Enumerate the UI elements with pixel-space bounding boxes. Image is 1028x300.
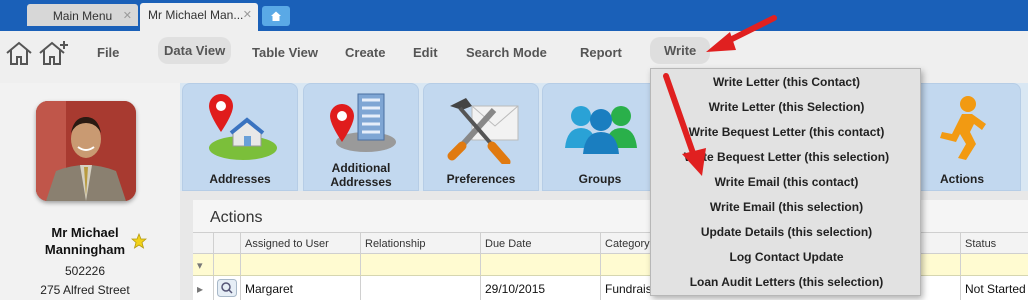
tile-addresses[interactable]: Addresses bbox=[182, 83, 298, 191]
cell-relationship bbox=[360, 276, 480, 300]
file-menu[interactable]: File bbox=[97, 45, 119, 60]
menu-item-log-contact-update[interactable]: Log Contact Update bbox=[651, 244, 922, 269]
contact-address: 275 Alfred Street bbox=[40, 283, 130, 297]
close-icon[interactable]: ✕ bbox=[243, 8, 252, 21]
tile-groups[interactable]: Groups bbox=[542, 83, 658, 191]
table-view-button[interactable]: Table View bbox=[252, 45, 318, 60]
annotation-arrow-write bbox=[706, 15, 777, 52]
column-header-assigned[interactable]: Assigned to User bbox=[240, 233, 360, 253]
tile-label-line2: Addresses bbox=[330, 175, 392, 189]
menu-item-loan-audit-letters[interactable]: Loan Audit Letters (this selection) bbox=[651, 269, 922, 294]
row-marker: ▸ bbox=[197, 282, 204, 296]
tile-additional-addresses-label: Additional Addresses bbox=[304, 161, 418, 189]
edit-menu[interactable]: Edit bbox=[413, 45, 438, 60]
data-view-button[interactable]: Data View bbox=[158, 37, 232, 64]
home-icon bbox=[271, 11, 281, 21]
add-home-icon[interactable] bbox=[38, 40, 70, 66]
tab-main-menu-label: Main Menu bbox=[52, 9, 113, 23]
contact-id: 502226 bbox=[64, 264, 106, 278]
close-icon[interactable]: ✕ bbox=[123, 9, 132, 22]
cell-assigned: Margaret bbox=[240, 276, 360, 300]
tile-label-line1: Additional bbox=[331, 161, 391, 175]
row-search-cell[interactable] bbox=[213, 276, 240, 300]
annotation-arrow-write-email bbox=[663, 73, 706, 176]
menu-item-write-email-selection[interactable]: Write Email (this selection) bbox=[651, 194, 922, 219]
filter-cell[interactable] bbox=[480, 254, 600, 275]
row-indicator-header bbox=[193, 233, 213, 253]
filter-cell[interactable] bbox=[360, 254, 480, 275]
tile-preferences-label: Preferences bbox=[446, 172, 516, 186]
window-tab-bar: Main Menu ✕ Mr Michael Man... ✕ bbox=[0, 0, 1028, 31]
group-people-icon bbox=[565, 106, 637, 154]
tools-envelope-icon bbox=[447, 98, 519, 164]
new-tab-button[interactable] bbox=[262, 6, 290, 26]
tab-main-menu[interactable]: Main Menu ✕ bbox=[27, 4, 138, 26]
person-photo-icon bbox=[36, 101, 136, 201]
menu-item-update-details[interactable]: Update Details (this selection) bbox=[651, 219, 922, 244]
create-menu[interactable]: Create bbox=[345, 45, 385, 60]
map-pin-house-icon bbox=[209, 94, 277, 160]
filter-icon[interactable]: ▾ bbox=[193, 254, 213, 275]
report-menu[interactable]: Report bbox=[580, 45, 622, 60]
tile-addresses-label: Addresses bbox=[209, 172, 271, 186]
row-tools-header bbox=[213, 233, 240, 253]
contact-photo bbox=[36, 101, 136, 201]
filter-cell[interactable] bbox=[960, 254, 1028, 275]
tile-additional-addresses[interactable]: Additional Addresses bbox=[303, 83, 419, 191]
search-icon[interactable] bbox=[217, 279, 237, 297]
tab-contact[interactable]: Mr Michael Man... ✕ bbox=[140, 3, 258, 31]
cell-due-date: 29/10/2015 bbox=[480, 276, 600, 300]
star-icon[interactable] bbox=[131, 233, 147, 249]
contact-profile-panel: Mr Michael Manningham 502226 275 Alfred … bbox=[0, 83, 180, 300]
filter-cell[interactable] bbox=[213, 254, 240, 275]
column-header-due-date[interactable]: Due Date bbox=[480, 233, 600, 253]
home-icon[interactable] bbox=[5, 40, 33, 66]
search-mode-button[interactable]: Search Mode bbox=[466, 45, 547, 60]
tab-contact-label: Mr Michael Man... bbox=[148, 8, 244, 22]
column-header-status[interactable]: Status bbox=[960, 233, 1028, 253]
column-header-relationship[interactable]: Relationship bbox=[360, 233, 480, 253]
tile-preferences[interactable]: Preferences bbox=[423, 83, 539, 191]
filter-cell[interactable] bbox=[240, 254, 360, 275]
cell-status: Not Started bbox=[960, 276, 1028, 300]
running-person-icon bbox=[940, 96, 986, 160]
panel-title: Actions bbox=[210, 209, 263, 226]
map-pin-building-icon bbox=[330, 93, 396, 152]
tile-groups-label: Groups bbox=[578, 172, 622, 186]
